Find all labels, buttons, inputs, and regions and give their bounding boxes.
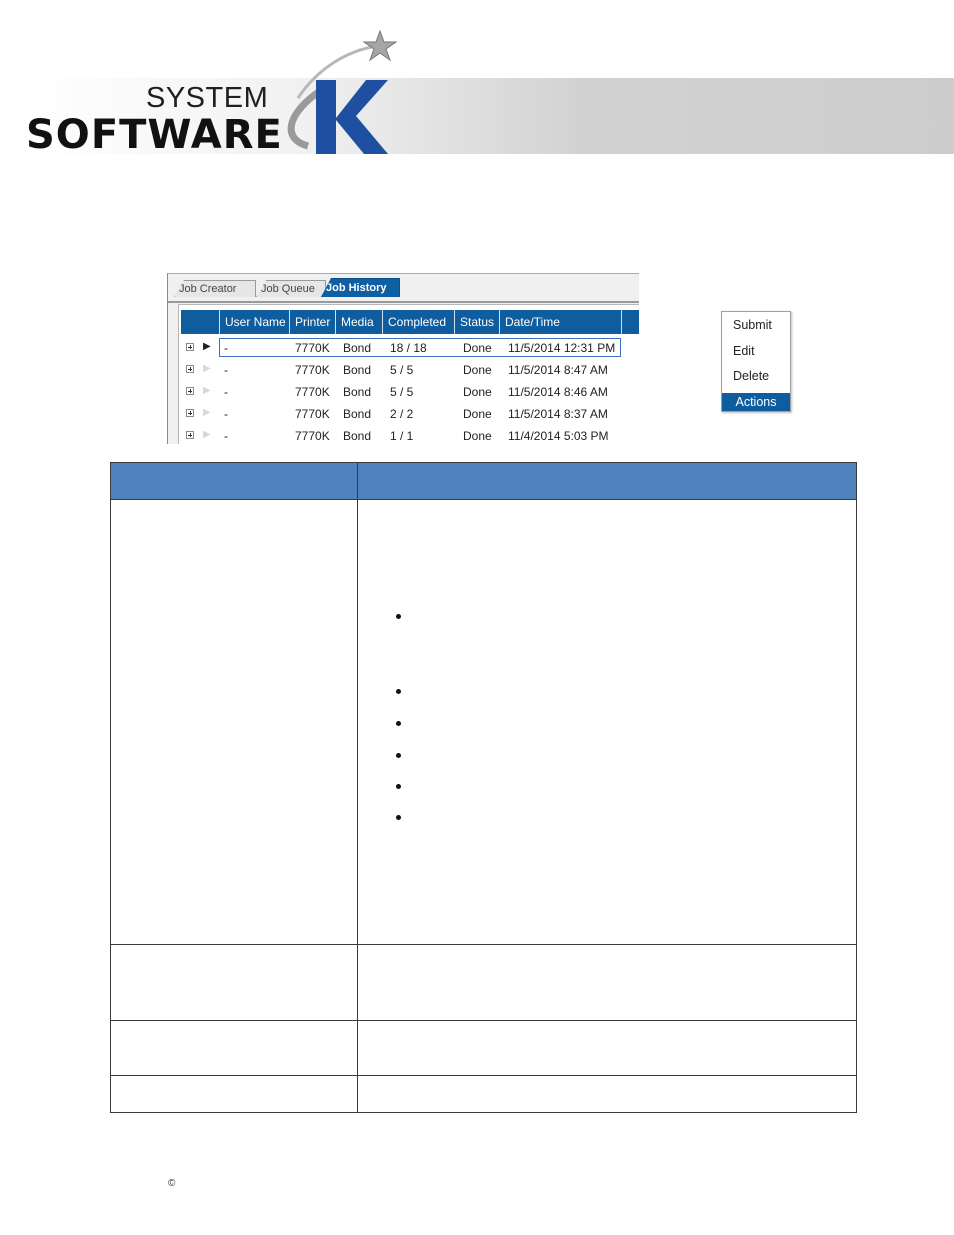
cell-user: - (224, 407, 228, 421)
tab-divider (168, 301, 639, 303)
row-pointer-icon: ▶ (203, 341, 211, 352)
cell-completed: 5 / 5 (390, 385, 414, 399)
bullet-point (396, 721, 401, 726)
col-status[interactable]: Status (454, 310, 499, 334)
cell-datetime: 11/5/2014 12:31 PM (508, 341, 616, 355)
logo-k-star-icon (287, 29, 398, 154)
table-row (110, 499, 857, 945)
cell-status: Done (463, 429, 492, 443)
tab-job-queue[interactable]: Job Queue (256, 280, 326, 297)
option-cell (110, 1075, 358, 1113)
bullet-point (396, 689, 401, 694)
actions-menu-title[interactable]: Actions (722, 393, 790, 411)
cell-printer: 7770K (295, 341, 330, 355)
col-printer[interactable]: Printer (289, 310, 335, 334)
col-filler (621, 310, 639, 334)
actions-context-menu: Submit Edit Delete Actions (721, 311, 791, 412)
cell-printer: 7770K (295, 429, 330, 443)
cell-user: - (224, 429, 228, 443)
cell-datetime: 11/4/2014 5:03 PM (508, 429, 609, 443)
grid-header: User Name Printer Media Completed Status… (181, 310, 639, 334)
cell-status: Done (463, 407, 492, 421)
bullet-point (396, 784, 401, 789)
option-cell (110, 944, 358, 1021)
cell-media: Bond (343, 429, 372, 443)
table-row (110, 1020, 857, 1076)
expand-icon[interactable] (186, 409, 194, 417)
menu-item-delete[interactable]: Delete (733, 369, 769, 383)
col-media[interactable]: Media (335, 310, 382, 334)
cell-user: - (224, 363, 228, 377)
cell-datetime: 11/5/2014 8:37 AM (508, 407, 608, 421)
cell-completed: 5 / 5 (390, 363, 414, 377)
description-cell (357, 499, 857, 945)
copyright-symbol: © (168, 1178, 176, 1189)
tab-bar: Job Creator Job Queue Job History (168, 278, 639, 303)
header-cell-description (357, 462, 857, 500)
option-cell (110, 1020, 358, 1076)
logo-system-text: SYSTEM (146, 82, 269, 114)
table-header-row (110, 462, 857, 500)
cell-completed: 1 / 1 (390, 429, 414, 443)
row-pointer-icon: ▶ (203, 407, 211, 418)
table-row[interactable]: ▶ - 7770K Bond 5 / 5 Done 11/5/2014 8:47… (181, 360, 639, 382)
cell-printer: 7770K (295, 363, 330, 377)
bullet-point (396, 614, 401, 619)
table-row[interactable]: ▶ - 7770K Bond 2 / 2 Done 11/5/2014 8:37… (181, 404, 639, 426)
cell-media: Bond (343, 407, 372, 421)
cell-media: Bond (343, 385, 372, 399)
description-cell (357, 944, 857, 1021)
menu-item-submit[interactable]: Submit (733, 318, 772, 332)
table-row (110, 1075, 857, 1113)
table-row[interactable]: ▶ - 7770K Bond 1 / 1 Done 11/4/2014 5:03… (181, 426, 639, 444)
expand-icon[interactable] (186, 387, 194, 395)
header-cell-option (110, 462, 358, 500)
expand-icon[interactable] (186, 343, 194, 351)
row-pointer-icon: ▶ (203, 429, 211, 440)
col-completed[interactable]: Completed (382, 310, 454, 334)
cell-user: - (224, 385, 228, 399)
cell-media: Bond (343, 341, 372, 355)
cell-datetime: 11/5/2014 8:47 AM (508, 363, 608, 377)
cell-completed: 2 / 2 (390, 407, 414, 421)
tab-job-history[interactable]: Job History (321, 278, 400, 297)
table-row (110, 944, 857, 1021)
cell-datetime: 11/5/2014 8:46 AM (508, 385, 608, 399)
cell-status: Done (463, 385, 492, 399)
cell-status: Done (463, 363, 492, 377)
col-date-time[interactable]: Date/Time (499, 310, 621, 334)
description-cell (357, 1020, 857, 1076)
cell-completed: 18 / 18 (390, 341, 427, 355)
tab-job-creator[interactable]: Job Creator (174, 280, 256, 297)
bullet-point (396, 753, 401, 758)
job-grid: User Name Printer Media Completed Status… (178, 304, 639, 444)
table-row[interactable]: ▶ - 7770K Bond 18 / 18 Done 11/5/2014 12… (181, 338, 639, 360)
logo-software-text: SOFTWARE (26, 112, 283, 158)
table-row[interactable]: ▶ - 7770K Bond 5 / 5 Done 11/5/2014 8:46… (181, 382, 639, 404)
bullet-point (396, 815, 401, 820)
row-pointer-icon: ▶ (203, 363, 211, 374)
job-history-screenshot: Job Creator Job Queue Job History User N… (167, 273, 639, 444)
row-pointer-icon: ▶ (203, 385, 211, 396)
description-cell (357, 1075, 857, 1113)
description-table (110, 462, 857, 1113)
col-user-name[interactable]: User Name (219, 310, 289, 334)
expand-icon[interactable] (186, 365, 194, 373)
option-cell (110, 499, 358, 945)
expand-icon[interactable] (186, 431, 194, 439)
cell-printer: 7770K (295, 385, 330, 399)
cell-printer: 7770K (295, 407, 330, 421)
cell-user: - (224, 341, 228, 355)
cell-status: Done (463, 341, 492, 355)
menu-item-edit[interactable]: Edit (733, 344, 755, 358)
cell-media: Bond (343, 363, 372, 377)
